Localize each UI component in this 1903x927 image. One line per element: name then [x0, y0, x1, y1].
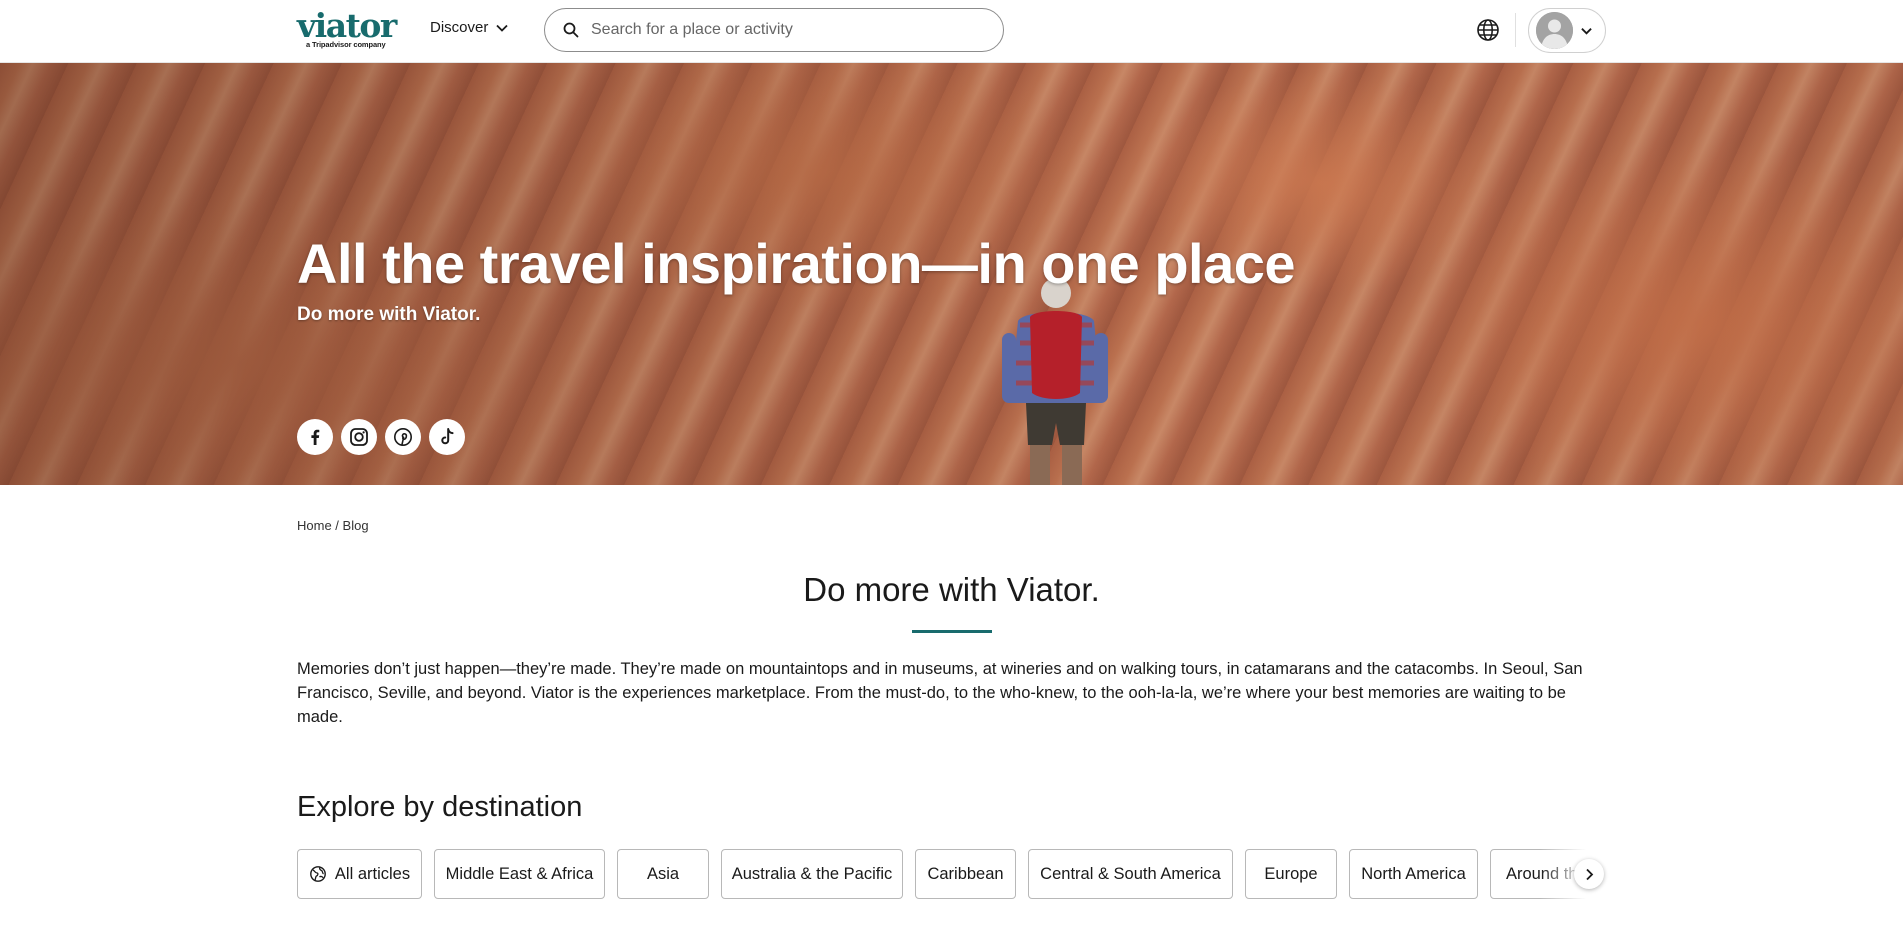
- chip-australia-pacific[interactable]: Australia & the Pacific: [721, 849, 903, 899]
- page-title: Do more with Viator.: [803, 571, 1100, 608]
- destination-chips: All articles Middle East & Africa Asia A…: [297, 849, 1606, 899]
- instagram-icon: [350, 428, 368, 446]
- breadcrumb-separator: /: [331, 518, 343, 533]
- viator-logo[interactable]: viator a Tripadvisor company: [297, 6, 401, 50]
- chip-label: Asia: [646, 864, 680, 883]
- hiker-illustration: [1002, 278, 1108, 485]
- header-divider: [1515, 13, 1516, 47]
- globe-icon: [309, 865, 327, 883]
- breadcrumb-home-link[interactable]: Home: [297, 518, 332, 533]
- pinterest-icon: [394, 428, 412, 446]
- social-links: [297, 419, 465, 455]
- chip-asia[interactable]: Asia: [617, 849, 709, 899]
- chip-label: Europe: [1264, 864, 1318, 883]
- chip-label: Caribbean: [927, 864, 1004, 883]
- chip-label: Australia & the Pacific: [731, 864, 893, 883]
- chip-all-articles[interactable]: All articles: [297, 849, 422, 899]
- chip-label: Central & South America: [1040, 864, 1221, 883]
- facebook-link[interactable]: [297, 419, 333, 455]
- chevron-right-icon: [1585, 868, 1593, 880]
- chip-label: North America: [1361, 864, 1466, 883]
- globe-icon[interactable]: [1476, 18, 1500, 42]
- chip-europe[interactable]: Europe: [1245, 849, 1337, 899]
- search-input[interactable]: [591, 21, 971, 39]
- chip-north-america[interactable]: North America: [1349, 849, 1478, 899]
- chevron-down-icon: [496, 24, 508, 32]
- tiktok-link[interactable]: [429, 419, 465, 455]
- hero-title: All the travel inspiration—in one place: [297, 232, 1296, 295]
- chip-caribbean[interactable]: Caribbean: [915, 849, 1016, 899]
- breadcrumb-current: Blog: [342, 518, 369, 533]
- explore-heading: Explore by destination: [297, 791, 583, 823]
- discover-label: Discover: [430, 19, 489, 36]
- hero-subtitle: Do more with Viator.: [297, 304, 481, 325]
- title-underline: [912, 630, 992, 633]
- chevron-down-icon: [1581, 27, 1592, 35]
- facebook-icon: [311, 429, 320, 445]
- breadcrumb: Home / Blog: [297, 518, 369, 533]
- search-bar[interactable]: [544, 8, 1004, 52]
- chip-label: Middle East & Africa: [445, 864, 594, 883]
- logo-wordmark: viator: [297, 6, 397, 45]
- chip-middle-east-africa[interactable]: Middle East & Africa: [434, 849, 605, 899]
- hero-banner: All the travel inspiration—in one place …: [0, 63, 1903, 485]
- chip-label: All articles: [334, 864, 411, 883]
- intro-paragraph: Memories don’t just happen—they’re made.…: [297, 660, 1583, 726]
- carousel-next-button[interactable]: [1574, 859, 1604, 889]
- profile-menu-button[interactable]: [1528, 8, 1606, 53]
- tiktok-icon: [441, 428, 454, 445]
- pinterest-link[interactable]: [385, 419, 421, 455]
- search-icon: [563, 22, 579, 38]
- chip-central-south-america[interactable]: Central & South America: [1028, 849, 1233, 899]
- instagram-link[interactable]: [341, 419, 377, 455]
- avatar: [1536, 12, 1573, 49]
- discover-menu[interactable]: Discover: [430, 19, 508, 36]
- top-header: viator a Tripadvisor company Discover: [0, 0, 1903, 63]
- destination-chips-carousel: All articles Middle East & Africa Asia A…: [297, 849, 1606, 901]
